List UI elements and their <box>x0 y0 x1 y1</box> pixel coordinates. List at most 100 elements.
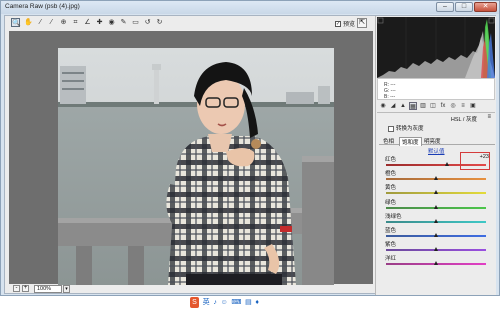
chevron-down-icon[interactable]: ▾ <box>63 285 70 293</box>
crop-icon[interactable]: ⌗ <box>71 18 80 27</box>
slider-label: 洋红 <box>385 256 397 263</box>
hsl-subtabs: 色相 饱和度 明亮度 <box>379 136 495 146</box>
emoji-icon[interactable]: ☺ <box>221 297 228 308</box>
graduated-filter-icon[interactable]: ▭ <box>131 18 140 27</box>
slider-label: 浅绿色 <box>385 213 402 220</box>
slider-thumb[interactable] <box>433 176 438 181</box>
maximize-button[interactable]: □ <box>455 2 473 12</box>
camera-calibration-tab-icon[interactable]: ◎ <box>449 102 457 110</box>
preview-label: 预览 <box>343 22 356 28</box>
section-title: HSL / 灰度 <box>450 117 477 123</box>
close-button[interactable]: ✕ <box>474 2 497 12</box>
slider-label: 橙色 <box>385 171 397 178</box>
skin-icon[interactable]: ♦ <box>255 297 259 308</box>
slider-row: 紫色 <box>385 240 493 253</box>
zoom-in-button[interactable]: + <box>22 285 29 292</box>
slider-label: 绿色 <box>385 199 397 206</box>
preview-checkbox[interactable]: ✓ 预览 <box>335 19 355 28</box>
slider-value[interactable] <box>469 239 489 246</box>
hsl-tab-icon[interactable]: ▦ <box>409 102 417 110</box>
color-sampler-icon[interactable]: ⁄ <box>47 18 56 27</box>
slider-thumb[interactable] <box>433 218 438 223</box>
zoom-out-button[interactable]: - <box>13 285 20 292</box>
adjustment-brush-icon[interactable]: ✎ <box>119 18 128 27</box>
section-header: HSL / 灰度 ≡ <box>377 112 495 123</box>
slider-label: 紫色 <box>385 242 397 249</box>
slider-row: 蓝色 <box>385 226 493 239</box>
adjustment-panel: R: --- G: --- B: --- ◉ ◢ ▲ ▦ ▥ ◫ fx ◎ ≡ … <box>375 16 496 295</box>
convert-grayscale-label: 转换为灰度 <box>396 126 424 132</box>
slider-thumb[interactable] <box>433 190 438 195</box>
slider-label: 红色 <box>385 157 397 163</box>
minimize-button[interactable]: – <box>436 2 454 12</box>
tab-luminance[interactable]: 明亮度 <box>422 137 443 145</box>
white-balance-icon[interactable]: ⁄ <box>36 18 45 27</box>
preview-check-icon: ✓ <box>335 21 341 28</box>
slider-row: 洋红 <box>385 254 493 267</box>
red-eye-icon[interactable]: ◉ <box>107 18 116 27</box>
split-toning-tab-icon[interactable]: ▥ <box>419 102 427 110</box>
tab-saturation[interactable]: 饱和度 <box>399 137 422 146</box>
slider-thumb[interactable] <box>433 204 438 209</box>
ime-toolbar: S 英 ♪ ☺ ⌨ ▤ ♦ ✦ <box>0 297 500 309</box>
zoom-controls: - + 100% ▾ <box>9 284 373 294</box>
spot-removal-icon[interactable]: ✚ <box>95 18 104 27</box>
straighten-icon[interactable]: ∠ <box>83 18 92 27</box>
slider-row: 黄色 <box>385 183 493 196</box>
lens-corrections-tab-icon[interactable]: ◫ <box>429 102 437 110</box>
histogram-graph <box>377 17 495 78</box>
photo-preview <box>58 48 334 285</box>
window-title: Camera Raw (psb (4).jpg) <box>5 3 80 10</box>
checkbox-box-icon <box>388 125 394 132</box>
keyboard-icon[interactable]: ⌨ <box>231 297 241 308</box>
slider-thumb[interactable] <box>433 261 438 266</box>
default-link[interactable]: 默认值 <box>428 147 445 155</box>
slider-label: 黄色 <box>385 185 397 192</box>
camera-raw-window: Camera Raw (psb (4).jpg) – □ ✕ 🔍 ✋ ⁄ ⁄ ⊕… <box>0 0 500 309</box>
sogou-logo-icon[interactable]: S <box>190 297 199 308</box>
ime-language-toggle[interactable]: 英 <box>203 297 210 308</box>
zoom-level-field[interactable]: 100% <box>34 285 62 293</box>
tool-bar: 🔍 ✋ ⁄ ⁄ ⊕ ⌗ ∠ ✚ ◉ ✎ ▭ ↺ ↻ ✓ 预览 ⇱ <box>5 16 373 30</box>
presets-tab-icon[interactable]: ≡ <box>459 102 467 110</box>
tab-hue[interactable]: 色相 <box>381 137 396 145</box>
slider-label: 蓝色 <box>385 228 397 234</box>
title-bar: Camera Raw (psb (4).jpg) – □ ✕ <box>1 1 499 14</box>
tone-curve-tab-icon[interactable]: ◢ <box>389 102 397 110</box>
photo-image <box>58 48 334 285</box>
clipboard-icon[interactable]: ▤ <box>245 297 252 308</box>
zoom-icon[interactable]: 🔍 <box>11 18 21 27</box>
punctuation-icon[interactable]: ♪ <box>213 297 217 308</box>
fullscreen-icon[interactable]: ⇱ <box>357 18 367 28</box>
detail-tab-icon[interactable]: ▲ <box>399 102 407 110</box>
slider-thumb[interactable] <box>433 233 438 237</box>
highlight-box <box>460 152 490 170</box>
slider-value[interactable] <box>469 225 489 232</box>
basic-tab-icon[interactable]: ◉ <box>379 102 387 110</box>
b-label: B: <box>384 94 389 100</box>
convert-grayscale-checkbox[interactable]: 转换为灰度 <box>388 124 424 132</box>
b-value: --- <box>390 94 396 100</box>
panel-menu-icon[interactable]: ≡ <box>487 114 491 120</box>
ime-bar: S 英 ♪ ☺ ⌨ ▤ ♦ ✦ <box>190 297 270 308</box>
camera-raw-body: 🔍 ✋ ⁄ ⁄ ⊕ ⌗ ∠ ✚ ◉ ✎ ▭ ↺ ↻ ✓ 预览 ⇱ - + 100… <box>4 15 496 309</box>
slider-row: 橙色 <box>385 169 493 182</box>
slider-value[interactable] <box>469 253 489 260</box>
slider-row: 浅绿色 <box>385 212 493 225</box>
effects-tab-icon[interactable]: fx <box>439 102 447 110</box>
rotate-right-icon[interactable]: ↻ <box>155 18 164 27</box>
slider-thumb[interactable] <box>445 162 449 166</box>
slider-value[interactable] <box>469 197 489 204</box>
slider-thumb[interactable] <box>433 247 438 252</box>
snapshots-tab-icon[interactable]: ▣ <box>469 102 477 110</box>
preview-canvas[interactable] <box>9 31 373 285</box>
histogram <box>377 17 495 78</box>
slider-value[interactable] <box>469 211 489 218</box>
panel-tabs: ◉ ◢ ▲ ▦ ▥ ◫ fx ◎ ≡ ▣ <box>377 101 495 112</box>
slider-value[interactable] <box>469 182 489 189</box>
rgb-readout: R: --- G: --- B: --- <box>377 78 495 100</box>
rotate-left-icon[interactable]: ↺ <box>143 18 152 27</box>
slider-row: 绿色 <box>385 198 493 211</box>
hand-icon[interactable]: ✋ <box>24 18 33 27</box>
targeted-adjustment-icon[interactable]: ⊕ <box>59 18 68 27</box>
